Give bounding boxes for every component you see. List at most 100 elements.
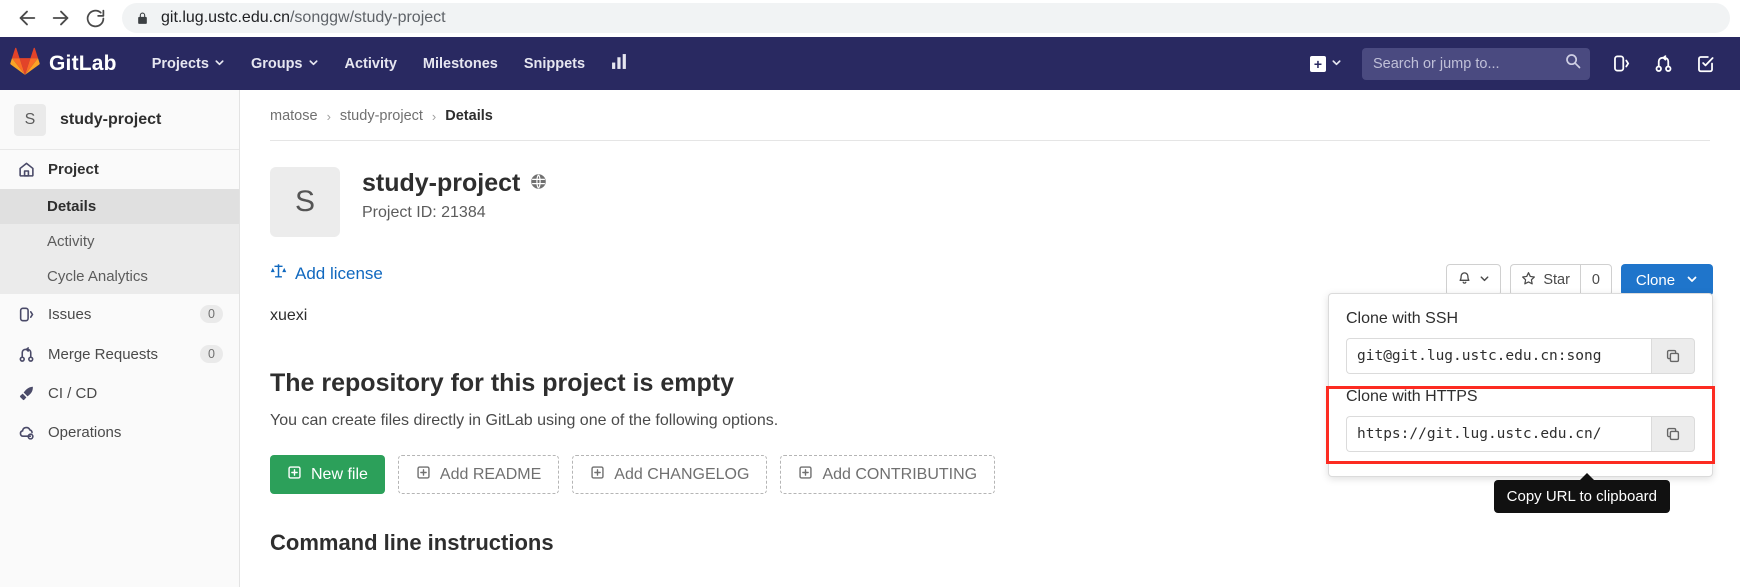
breadcrumb-item-group[interactable]: matose	[270, 108, 318, 124]
nav-item-projects[interactable]: Projects	[139, 48, 238, 80]
nav-item-analytics[interactable]	[598, 45, 641, 82]
nav-item-groups[interactable]: Groups	[238, 48, 332, 80]
project-header: S study-project Project ID: 21384	[270, 141, 1710, 237]
search-input[interactable]	[1371, 54, 1565, 73]
add-file-icon	[798, 465, 813, 485]
sidebar-project-submenu: Details Activity Cycle Analytics	[0, 189, 239, 294]
page-title: study-project	[362, 169, 521, 197]
issues-icon	[16, 306, 36, 323]
gitlab-tanuki-icon	[10, 47, 40, 80]
sidebar-item-project-label: Project	[48, 161, 99, 178]
new-item-dropdown[interactable]: +	[1302, 49, 1350, 79]
command-line-instructions-title: Command line instructions	[270, 530, 554, 555]
clone-https-label: Clone with HTTPS	[1346, 388, 1478, 405]
add-license-link[interactable]: Add license	[295, 264, 383, 284]
lock-icon	[136, 11, 149, 26]
add-changelog-label: Add CHANGELOG	[614, 465, 750, 483]
sidebar-project-avatar: S	[14, 103, 46, 136]
sidebar-item-operations[interactable]: Operations	[0, 413, 239, 452]
clone-ssh-label: Clone with SSH	[1346, 310, 1459, 327]
project-id: Project ID: 21384	[362, 204, 486, 221]
globe-public-icon	[530, 173, 547, 195]
sidebar-item-cycle-analytics[interactable]: Cycle Analytics	[0, 259, 239, 294]
address-bar[interactable]: git.lug.ustc.edu.cn/songgw/study-project	[122, 3, 1730, 33]
nav-item-snippets-label: Snippets	[523, 55, 586, 72]
sidebar-item-ci-cd[interactable]: CI / CD	[0, 374, 239, 413]
sidebar-item-details[interactable]: Details	[0, 189, 239, 224]
clone-https-input[interactable]: https://git.lug.ustc.edu.cn/	[1346, 416, 1651, 452]
breadcrumb-separator: ›	[431, 108, 437, 124]
sidebar-item-cycle-analytics-label: Cycle Analytics	[47, 268, 148, 285]
star-label: Star	[1543, 272, 1570, 288]
clone-ssh-section: Clone with SSH git@git.lug.ustc.edu.cn:s…	[1329, 308, 1712, 386]
gitlab-navbar: GitLab Projects Groups Activity Mileston…	[0, 37, 1740, 90]
star-icon	[1521, 271, 1536, 290]
rocket-icon	[16, 385, 36, 402]
sidebar-issues-count: 0	[200, 305, 223, 323]
new-file-button[interactable]: New file	[270, 455, 385, 494]
chevron-down-icon	[1479, 272, 1490, 288]
nav-item-milestones[interactable]: Milestones	[410, 48, 511, 80]
sidebar-item-details-label: Details	[47, 198, 97, 215]
add-file-icon	[416, 465, 431, 485]
sidebar-item-ci-cd-label: CI / CD	[48, 385, 98, 402]
sidebar-item-activity[interactable]: Activity	[0, 224, 239, 259]
chevron-down-icon	[1686, 272, 1698, 289]
nav-item-milestones-label: Milestones	[422, 55, 498, 72]
new-file-label: New file	[311, 465, 368, 483]
search-icon[interactable]	[1565, 53, 1581, 74]
notification-dropdown-button[interactable]	[1446, 264, 1502, 296]
tooltip-text: Copy URL to clipboard	[1506, 488, 1657, 505]
sidebar-item-operations-label: Operations	[48, 424, 122, 441]
add-contributing-button[interactable]: Add CONTRIBUTING	[780, 455, 996, 494]
add-contributing-label: Add CONTRIBUTING	[822, 465, 978, 483]
project-action-buttons: Star 0 Clone	[1446, 264, 1713, 296]
browser-toolbar: git.lug.ustc.edu.cn/songgw/study-project	[0, 0, 1740, 37]
clone-button[interactable]: Clone	[1621, 264, 1713, 296]
sidebar-item-issues[interactable]: Issues 0	[0, 294, 239, 334]
back-arrow-icon[interactable]	[10, 1, 44, 35]
gitlab-home-link[interactable]: GitLab	[10, 47, 117, 80]
copy-https-url-button[interactable]	[1651, 416, 1695, 452]
tooltip-arrow	[1579, 473, 1595, 481]
url-host: git.lug.ustc.edu.cn	[161, 9, 290, 26]
breadcrumb: matose › study-project › Details	[270, 90, 1710, 141]
navbar-right-actions: +	[1302, 45, 1724, 83]
breadcrumb-item-project[interactable]: study-project	[340, 108, 423, 124]
copy-ssh-url-button[interactable]	[1651, 338, 1695, 374]
issues-icon[interactable]	[1602, 45, 1640, 83]
bell-icon	[1457, 271, 1472, 290]
breadcrumb-item-page: Details	[445, 108, 493, 124]
sidebar-item-issues-label: Issues	[48, 305, 92, 323]
navbar-menu: Projects Groups Activity Milestones Snip…	[139, 45, 641, 82]
global-search[interactable]	[1362, 47, 1590, 80]
clone-ssh-input[interactable]: git@git.lug.ustc.edu.cn:song	[1346, 338, 1651, 374]
clone-ssh-input-group: git@git.lug.ustc.edu.cn:song	[1346, 338, 1695, 374]
add-readme-button[interactable]: Add README	[397, 455, 560, 494]
chevron-down-icon	[1331, 55, 1342, 73]
todos-done-icon[interactable]	[1686, 45, 1724, 83]
copy-url-tooltip: Copy URL to clipboard	[1493, 473, 1670, 513]
forward-arrow-icon[interactable]	[44, 1, 78, 35]
url-path: /songgw/study-project	[289, 9, 446, 26]
sidebar-project-header[interactable]: S study-project	[0, 90, 239, 150]
clone-dropdown-panel: Clone with SSH git@git.lug.ustc.edu.cn:s…	[1326, 293, 1715, 477]
nav-item-groups-label: Groups	[250, 55, 303, 72]
add-changelog-button[interactable]: Add CHANGELOG	[572, 455, 768, 494]
nav-item-activity[interactable]: Activity	[332, 48, 410, 80]
nav-item-snippets[interactable]: Snippets	[511, 48, 598, 80]
chevron-down-icon	[214, 56, 225, 72]
breadcrumb-separator: ›	[326, 108, 331, 124]
add-readme-label: Add README	[439, 465, 542, 483]
sidebar-item-merge-requests[interactable]: Merge Requests 0	[0, 334, 239, 374]
reload-icon[interactable]	[78, 1, 112, 35]
sidebar-item-project[interactable]: Project	[0, 150, 239, 189]
chevron-down-icon	[308, 56, 319, 72]
page-body: S study-project Project Details Activity…	[0, 90, 1740, 587]
merge-requests-icon[interactable]	[1644, 45, 1682, 83]
star-count: 0	[1579, 264, 1612, 296]
add-file-icon	[590, 465, 605, 485]
project-title-row: study-project	[362, 169, 547, 198]
nav-item-projects-label: Projects	[151, 55, 209, 72]
star-button[interactable]: Star	[1510, 264, 1580, 296]
